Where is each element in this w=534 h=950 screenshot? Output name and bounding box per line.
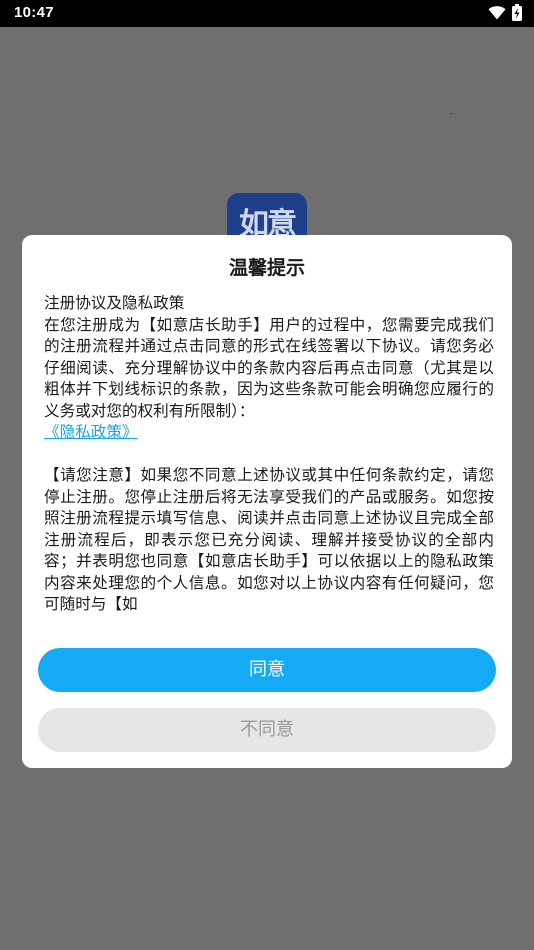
disagree-button[interactable]: 不同意 — [38, 708, 496, 752]
agreement-heading: 注册协议及隐私政策 — [44, 294, 185, 312]
status-time: 10:47 — [14, 4, 54, 21]
status-icons — [488, 3, 522, 25]
agree-button[interactable]: 同意 — [38, 648, 496, 692]
consent-dialog: 温馨提示 注册协议及隐私政策 在您注册成为【如意店长助手】用户的过程中，您需要完… — [22, 235, 512, 768]
privacy-policy-link[interactable]: 《隐私政策》 — [44, 423, 138, 441]
background-speck — [451, 113, 452, 114]
dialog-title: 温馨提示 — [228, 257, 305, 279]
agreement-paragraph-1: 在您注册成为【如意店长助手】用户的过程中，您需要完成我们的注册流程并通过点击同意… — [44, 315, 494, 420]
agreement-paragraph-2: 【请您注意】如果您不同意上述协议或其中任何条款约定，请您停止注册。您停止注册后将… — [44, 466, 494, 613]
status-bar: 10:47 — [0, 0, 534, 27]
wifi-icon — [488, 5, 506, 24]
dialog-body-scroll[interactable]: 注册协议及隐私政策 在您注册成为【如意店长助手】用户的过程中，您需要完成我们的注… — [44, 293, 494, 627]
battery-charging-icon — [512, 3, 522, 25]
